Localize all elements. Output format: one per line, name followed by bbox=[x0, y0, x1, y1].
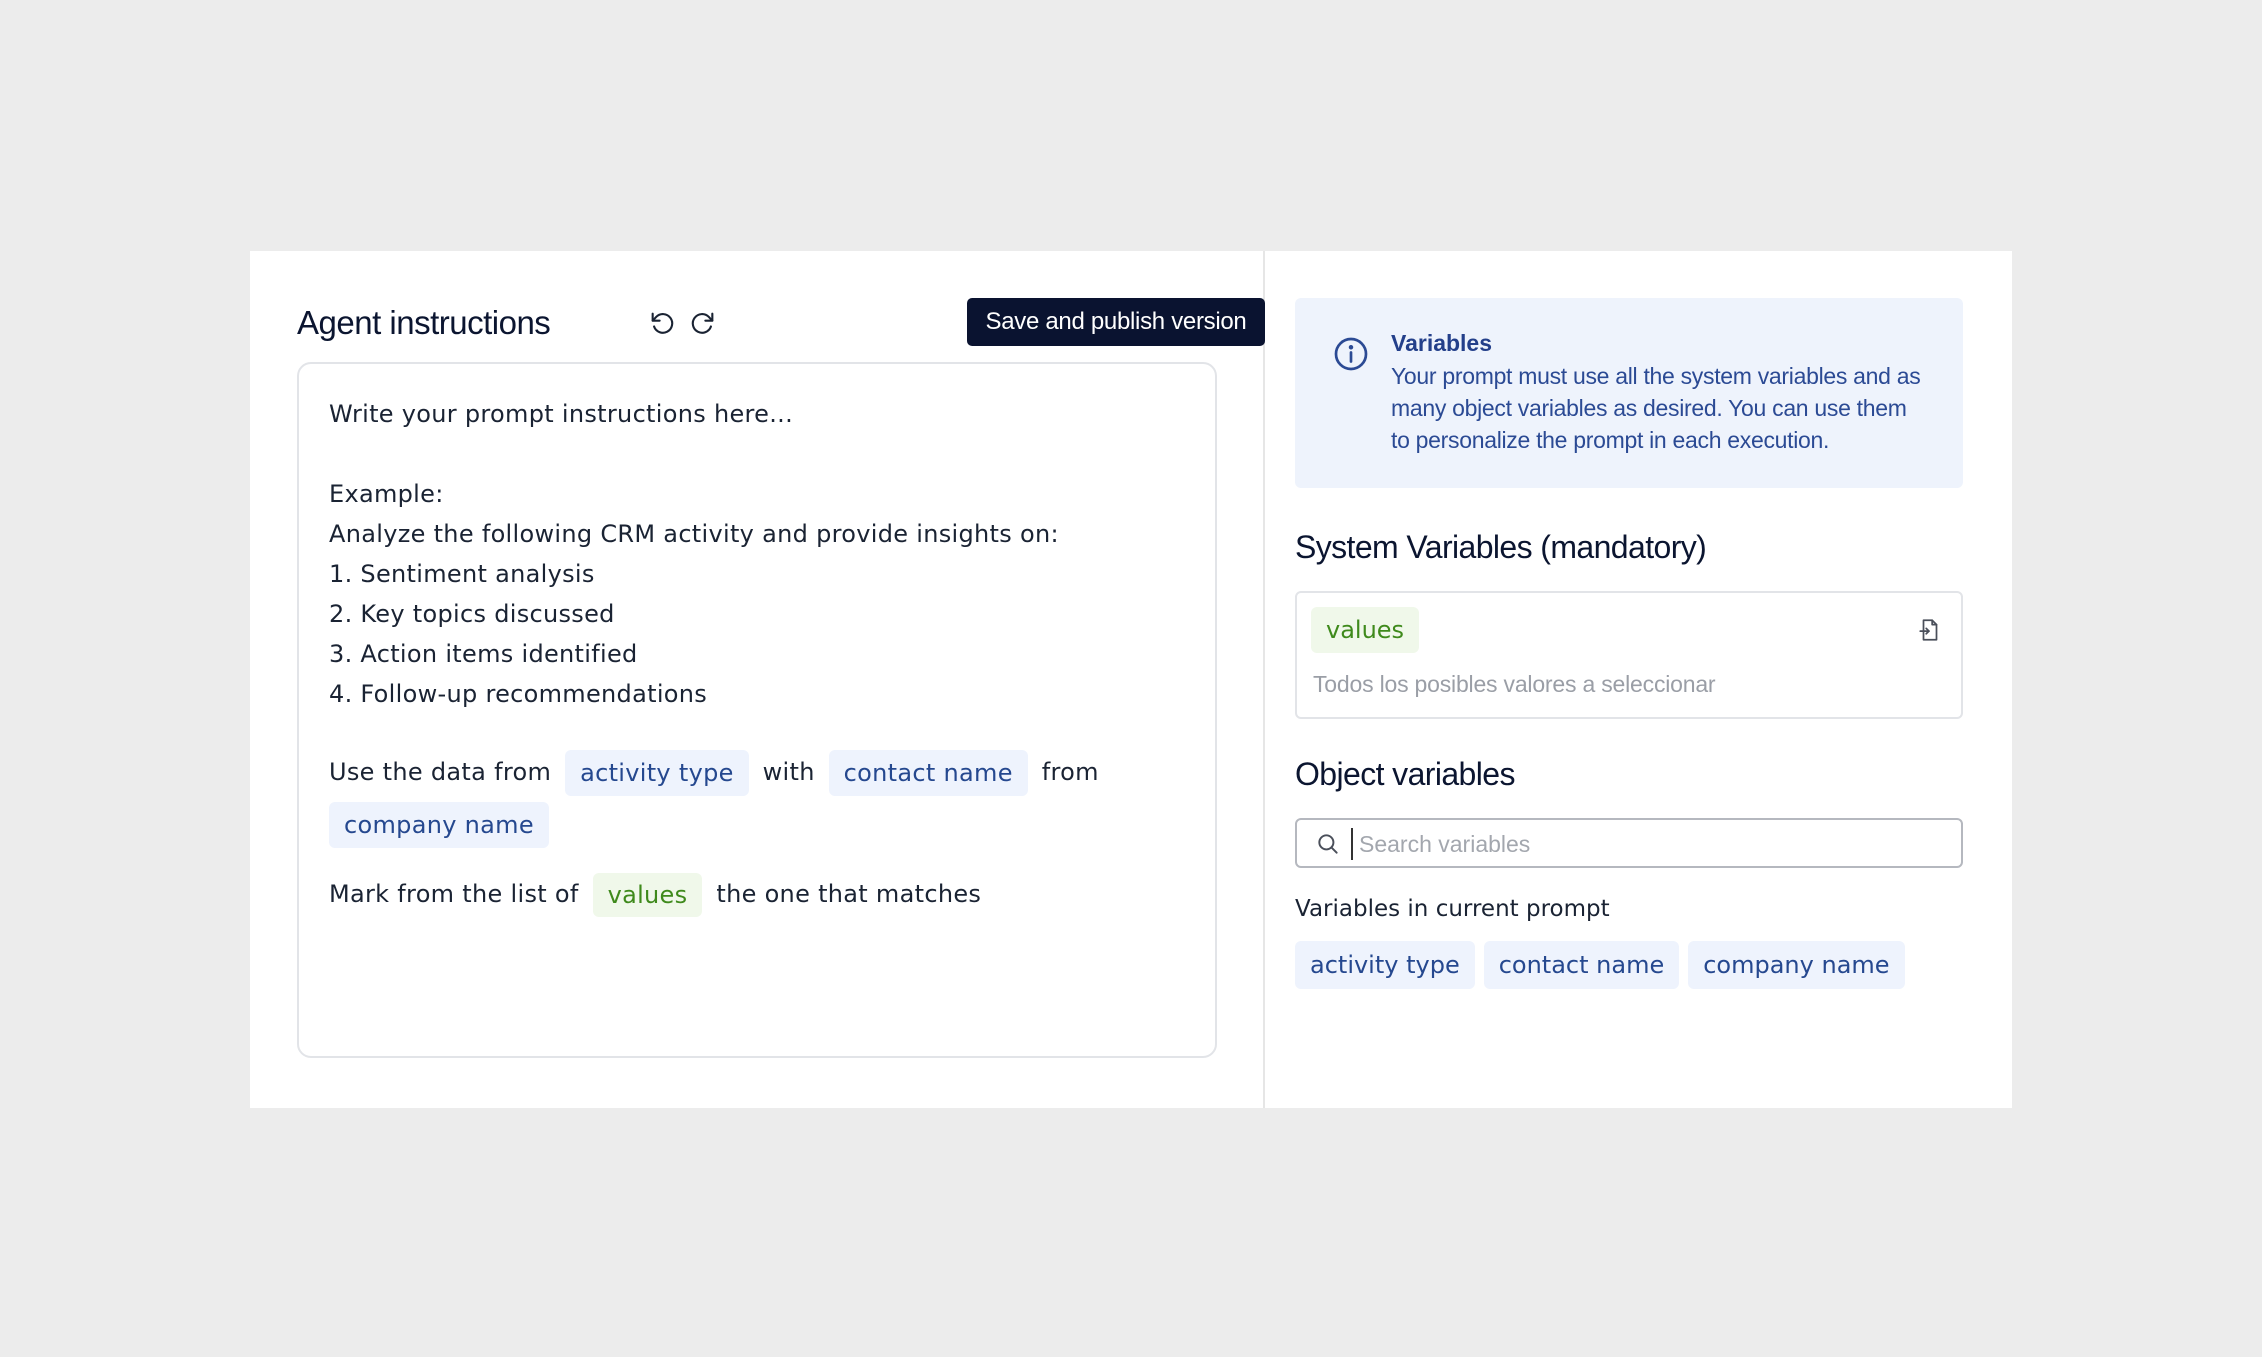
system-variables-title: System Variables (mandatory) bbox=[1295, 529, 1707, 565]
editor-values-sentence: Mark from the list of values the one tha… bbox=[329, 870, 1185, 918]
info-icon bbox=[1334, 337, 1368, 371]
editor-variable-sentence: Use the data from activity type with con… bbox=[329, 748, 1185, 796]
redo-button[interactable] bbox=[686, 306, 720, 340]
editor-line: 2. Key topics discussed bbox=[329, 600, 615, 628]
editor-text: the one that matches bbox=[716, 880, 982, 908]
variable-chip-company-name[interactable]: company name bbox=[329, 802, 549, 848]
variable-chip-activity-type[interactable]: activity type bbox=[565, 750, 749, 796]
variables-panel: Variables Your prompt must use all the s… bbox=[1265, 251, 2012, 1108]
system-variable-chip-values[interactable]: values bbox=[1311, 607, 1420, 653]
redo-icon bbox=[691, 312, 714, 334]
editor-line: Write your prompt instructions here... bbox=[329, 400, 794, 428]
variables-info-box: Variables Your prompt must use all the s… bbox=[1295, 298, 1963, 488]
variable-chip-values[interactable]: values bbox=[592, 873, 703, 917]
current-variable-chip[interactable]: activity type bbox=[1295, 941, 1475, 989]
editor-variable-sentence-cont: company name bbox=[329, 800, 1185, 848]
system-variable-card: values Todos los posibles valores a sele… bbox=[1295, 591, 1963, 719]
search-icon bbox=[1318, 834, 1338, 854]
editor-text: Use the data from bbox=[329, 758, 552, 786]
editor-line: Analyze the following CRM activity and p… bbox=[329, 520, 1059, 548]
current-variable-chip[interactable]: company name bbox=[1688, 941, 1905, 989]
editor-line: 1. Sentiment analysis bbox=[329, 560, 595, 588]
info-text: Your prompt must use all the system vari… bbox=[1391, 363, 1921, 453]
editor-text: with bbox=[762, 758, 815, 786]
current-variable-chip[interactable]: contact name bbox=[1483, 941, 1680, 989]
document-insert-icon[interactable] bbox=[1917, 617, 1943, 643]
search-input[interactable] bbox=[1351, 828, 1951, 860]
prompt-editor-card: Agent instructions Save and publish vers… bbox=[250, 251, 2012, 1108]
prompt-editor[interactable]: Write your prompt instructions here... E… bbox=[297, 362, 1217, 1058]
editor-line: 4. Follow-up recommendations bbox=[329, 680, 708, 708]
editor-line: 3. Action items identified bbox=[329, 640, 638, 668]
system-variable-description: Todos los posibles valores a seleccionar bbox=[1313, 671, 1716, 697]
editor-line: Example: bbox=[329, 480, 444, 508]
object-variables-title: Object variables bbox=[1295, 756, 1515, 792]
page-title: Agent instructions bbox=[297, 304, 551, 341]
instructions-header: Agent instructions Save and publish vers… bbox=[297, 298, 1265, 348]
current-variables-label: Variables in current prompt bbox=[1295, 896, 1610, 922]
info-title: Variables bbox=[1391, 330, 1493, 356]
save-publish-button[interactable]: Save and publish version bbox=[967, 298, 1265, 346]
undo-button[interactable] bbox=[645, 306, 679, 340]
variable-chip-contact-name[interactable]: contact name bbox=[828, 750, 1028, 796]
current-variables-list: activity type contact name company name bbox=[1295, 941, 1905, 989]
variable-search bbox=[1295, 818, 1963, 868]
editor-text: Mark from the list of bbox=[329, 880, 579, 908]
editor-text: from bbox=[1041, 758, 1099, 786]
undo-icon bbox=[651, 312, 674, 334]
instructions-panel: Agent instructions Save and publish vers… bbox=[250, 251, 1265, 1108]
